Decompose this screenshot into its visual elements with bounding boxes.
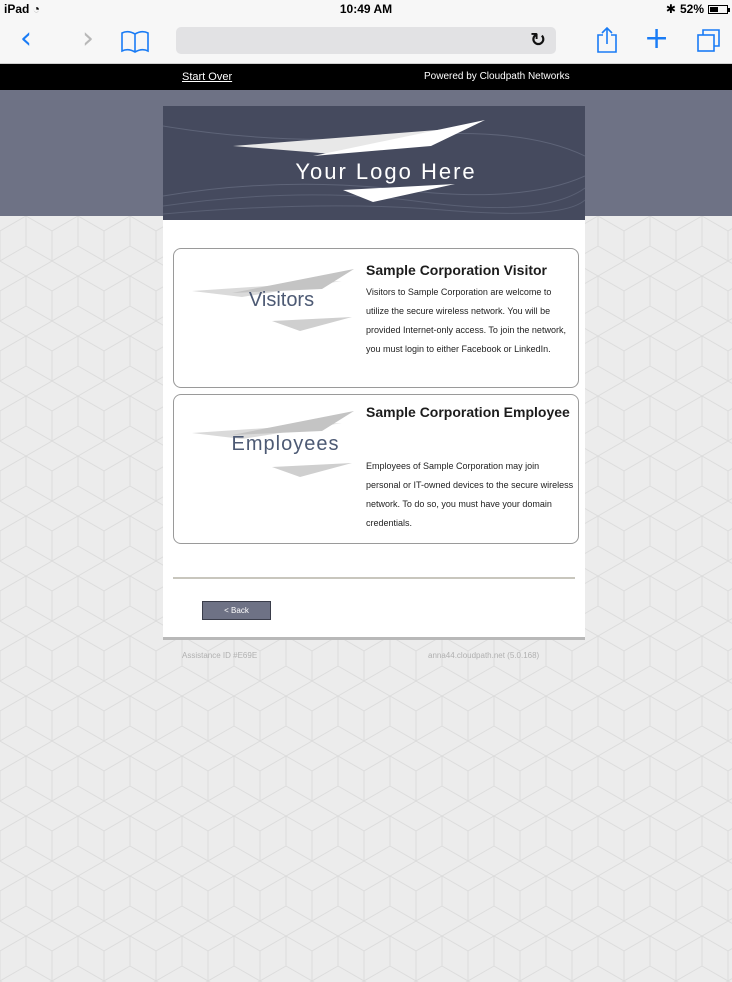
bluetooth-icon: ✱	[665, 2, 676, 16]
reload-icon[interactable]: ↻	[530, 29, 546, 51]
battery-indicator: ✱ 52%	[665, 2, 730, 16]
visitors-art-label: Visitors	[248, 289, 315, 311]
page-header: Start Over Powered by Cloudpath Networks	[0, 64, 732, 90]
chevron-right-icon[interactable]: ›	[82, 22, 94, 56]
assistance-id: Assistance ID #E69E	[182, 651, 258, 660]
address-bar[interactable]: ↻	[176, 27, 556, 54]
status-bar: iPad ◔ 10:49 AM ✱ 52%	[0, 0, 732, 18]
employee-title: Sample Corporation Employee	[366, 404, 570, 420]
employees-art-label: Employees	[231, 433, 340, 455]
plus-icon[interactable]: +	[644, 22, 669, 56]
share-icon[interactable]	[596, 26, 618, 62]
clock: 10:49 AM	[339, 2, 393, 16]
battery-icon	[708, 4, 730, 14]
tabs-icon[interactable]	[696, 27, 722, 61]
visitor-description: Visitors to Sample Corporation are welco…	[366, 287, 566, 354]
battery-fill	[710, 6, 719, 12]
divider	[173, 577, 575, 579]
book-icon[interactable]	[120, 28, 150, 62]
logo-text: Your Logo Here	[295, 159, 477, 184]
main-panel: Visitors Sample Corporation Visitor Visi…	[163, 220, 585, 640]
visitor-title: Sample Corporation Visitor	[366, 262, 547, 278]
powered-by-text: Powered by Cloudpath Networks	[424, 71, 570, 82]
server-info: anna44.cloudpath.net (5.0.168)	[428, 651, 540, 660]
battery-percent: 52%	[679, 2, 704, 16]
browser-toolbar: ‹ › ↻ +	[0, 18, 732, 64]
start-over-link[interactable]: Start Over	[182, 71, 232, 83]
employee-option-card[interactable]: Employees Sample Corporation Employee Em…	[173, 394, 579, 544]
logo-banner: Your Logo Here	[163, 106, 585, 220]
back-button[interactable]: < Back	[202, 601, 271, 620]
visitor-option-card[interactable]: Visitors Sample Corporation Visitor Visi…	[173, 248, 579, 388]
employee-description: Employees of Sample Corporation may join…	[366, 461, 574, 528]
chevron-left-icon[interactable]: ‹	[20, 22, 32, 56]
